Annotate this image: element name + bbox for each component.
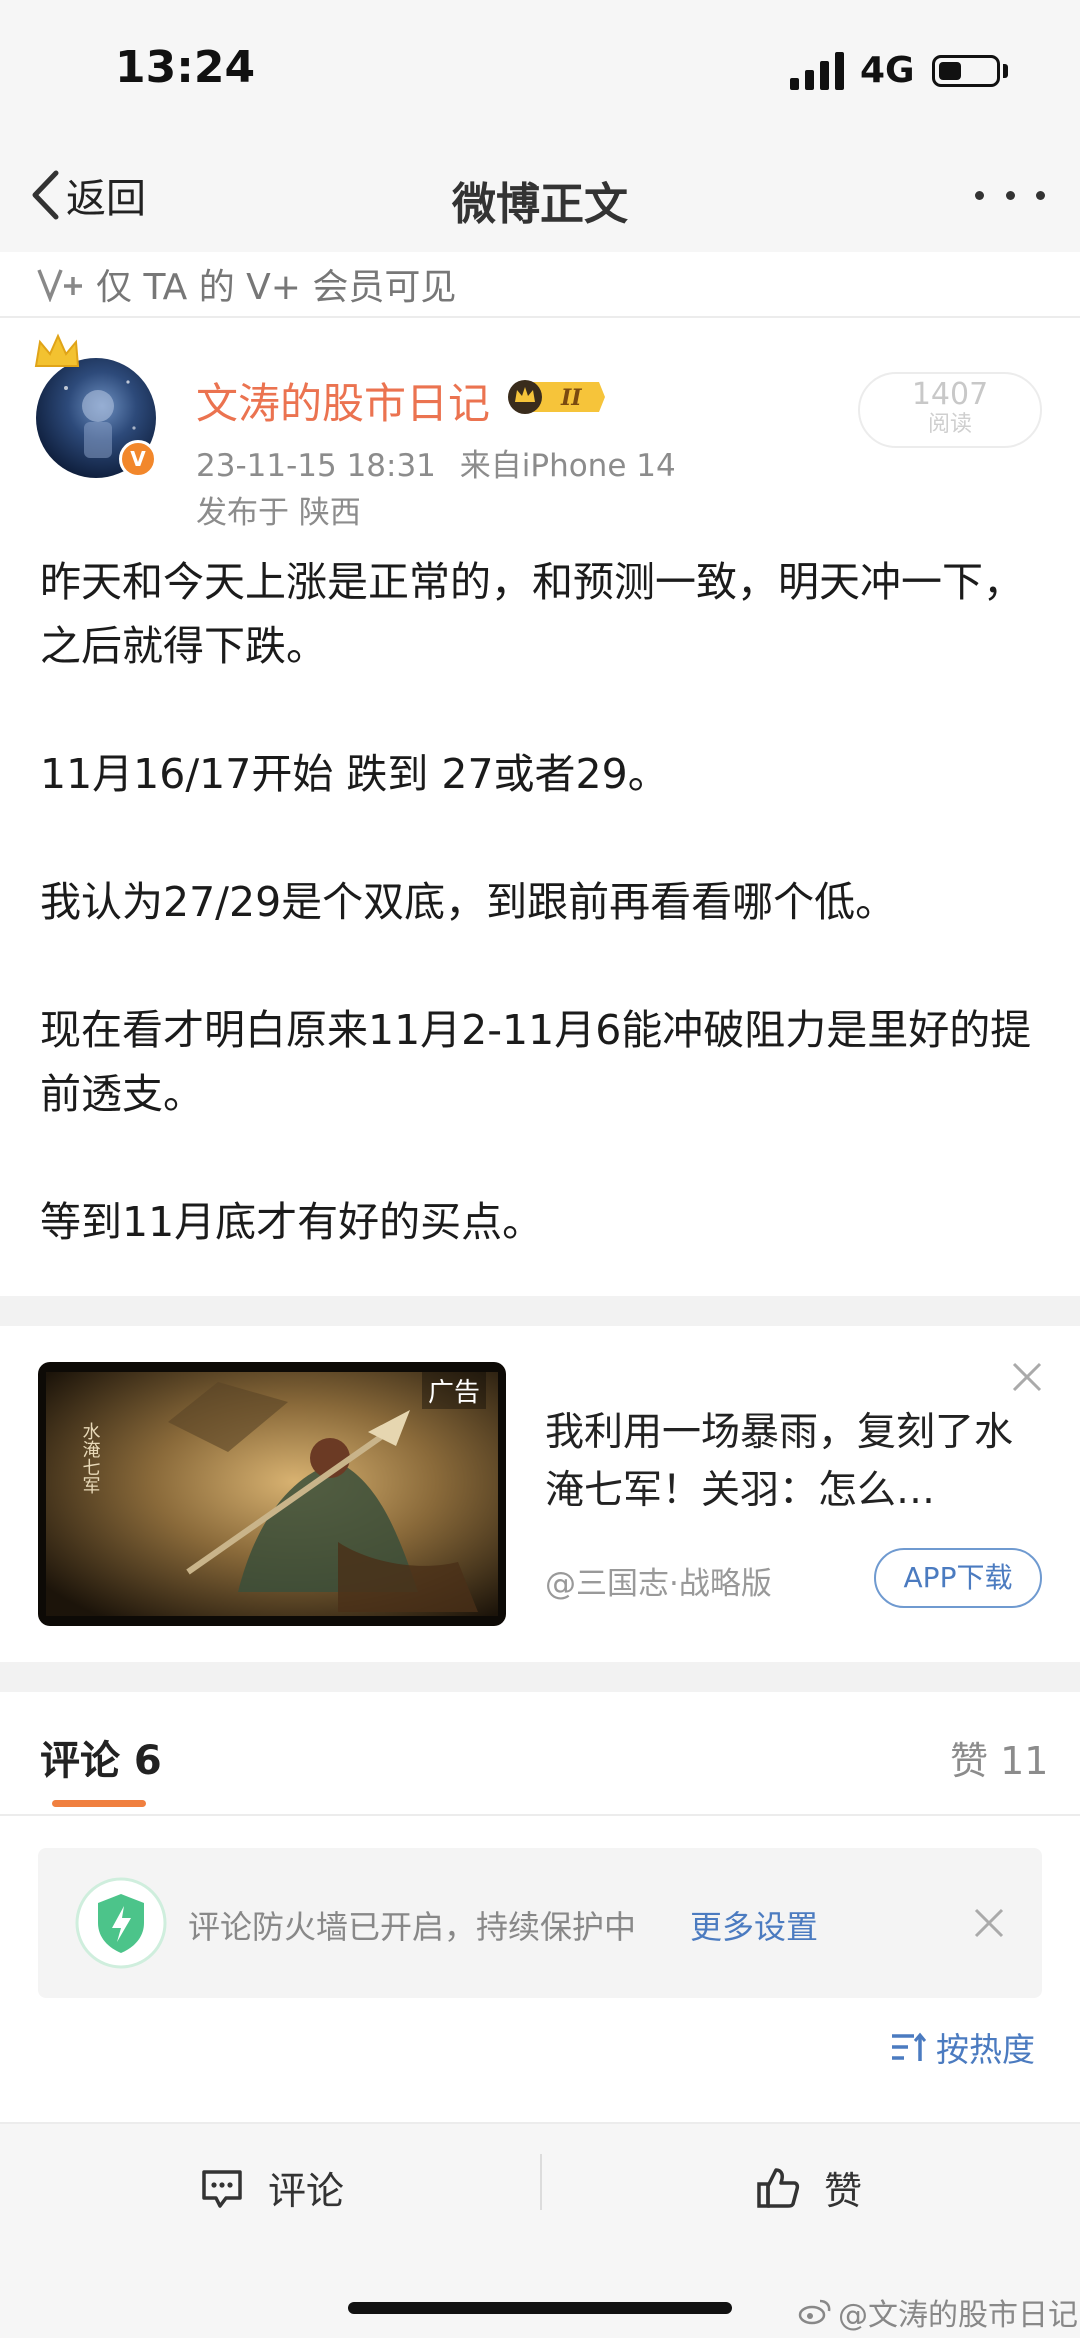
page-title: 微博正文 (452, 179, 628, 230)
more-dot-icon (1005, 190, 1015, 200)
post-paragraph: 昨天和今天上涨是正常的，和预测一致，明天冲一下，之后就得下跌。 (40, 558, 1024, 670)
comment-icon (202, 2169, 242, 2208)
nav-bar: 返回 微博正文 (0, 140, 1080, 252)
post-location: 发布于 陕西 (196, 495, 361, 531)
battery-nub (1003, 64, 1008, 78)
verified-badge: V (119, 440, 157, 478)
read-count-badge: 1407 阅读 (858, 372, 1042, 448)
section-separator (0, 1662, 1080, 1692)
post-paragraph: 我认为27/29是个双底，到跟前再看看哪个低。 (40, 878, 897, 926)
more-options-button[interactable] (975, 175, 1045, 215)
battery-icon (932, 55, 1000, 87)
member-level-badge-icon: II (508, 380, 605, 414)
post-paragraph: 等到11月底才有好的买点。 (40, 1198, 544, 1246)
more-dot-icon (1036, 190, 1045, 200)
thumbs-up-icon (757, 2167, 800, 2208)
vplus-icon (37, 269, 82, 302)
divider (540, 2154, 542, 2210)
bottom-action-bar: 评论 赞 @文涛的股市日记 (0, 2122, 1080, 2338)
tab-likes[interactable]: 赞 11 (950, 1730, 1048, 1785)
comment-button[interactable]: 评论 (200, 2160, 344, 2215)
home-indicator (348, 2302, 732, 2314)
ad-image-caption: 水淹七军 (80, 1422, 101, 1494)
like-button[interactable]: 赞 (756, 2160, 862, 2215)
firewall-text: 评论防火墙已开启，持续保护中 (188, 1908, 637, 1946)
vip-notice-text: 仅 TA 的 V+ 会员可见 (96, 267, 457, 308)
app-download-button[interactable]: APP下载 (874, 1548, 1042, 1608)
level-badge-text: II (560, 385, 582, 411)
post-datetime: 23-11-15 18:31 (196, 448, 436, 484)
author-name[interactable]: 文涛的股市日记 (196, 370, 490, 431)
section-separator (0, 1296, 1080, 1326)
post-source: 来自iPhone 14 (459, 448, 676, 484)
post-body: 昨天和今天上涨是正常的，和预测一致，明天冲一下，之后就得下跌。 11月16/17… (40, 550, 1050, 1318)
network-type: 4G (860, 50, 915, 91)
signal-icon (790, 52, 844, 90)
comment-firewall-notice: 评论防火墙已开启，持续保护中 更多设置 (38, 1848, 1042, 1998)
sort-by-hot-button[interactable]: 按热度 (890, 2025, 1035, 2069)
close-icon[interactable] (972, 1906, 1006, 1940)
weibo-logo-icon (798, 2299, 831, 2325)
tab-active-indicator (52, 1800, 146, 1807)
read-count: 1407 (911, 377, 989, 412)
weibo-watermark: @文涛的股市日记 (798, 2290, 1078, 2334)
comment-label: 评论 (268, 2169, 345, 2213)
more-settings-link[interactable]: 更多设置 (690, 1902, 818, 1948)
close-icon[interactable] (1010, 1360, 1044, 1394)
ad-title[interactable]: 我利用一场暴雨，复刻了水淹七军！关羽：怎么… (545, 1404, 1015, 1520)
ad-source[interactable]: @三国志·战略版 (545, 1558, 772, 1603)
crown-icon (34, 333, 80, 367)
like-label: 赞 (824, 2169, 863, 2213)
ad-label: 广告 (422, 1372, 487, 1409)
divider (0, 1814, 1080, 1816)
vip-only-banner: 仅 TA 的 V+ 会员可见 (0, 252, 1080, 318)
watermark-text: @文涛的股市日记 (838, 2298, 1078, 2333)
sort-icon (892, 2032, 926, 2061)
read-label: 阅读 (927, 412, 972, 437)
post-paragraph: 11月16/17开始 跌到 27或者29。 (40, 750, 669, 798)
tab-comments[interactable]: 评论 6 (40, 1728, 162, 1786)
post-meta: 23-11-15 18:31 来自iPhone 14 (196, 440, 676, 485)
more-dot-icon (975, 190, 984, 200)
sort-label: 按热度 (936, 2030, 1035, 2069)
shield-icon (75, 1877, 167, 1969)
status-time: 13:24 (115, 42, 256, 93)
post-paragraph: 现在看才明白原来11月2-11月6能冲破阻力是里好的提前透支。 (40, 1006, 1032, 1118)
author-avatar[interactable]: V (34, 333, 157, 478)
status-bar: 13:24 4G (0, 0, 1080, 140)
